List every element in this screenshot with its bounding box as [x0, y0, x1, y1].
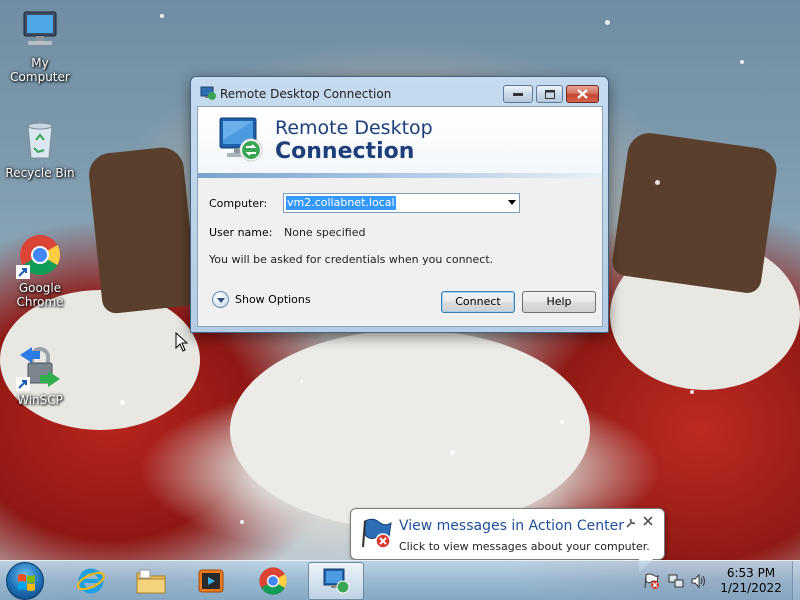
taskbar-file-explorer[interactable] [123, 562, 179, 600]
banner-title-line2: Connection [275, 139, 415, 164]
computer-icon [18, 8, 62, 52]
chevron-down-icon[interactable] [508, 200, 516, 205]
desktop-icon-label: WinSCP [17, 393, 63, 407]
desktop-icon-label: Recycle Bin [5, 166, 75, 180]
balloon-text: Click to view messages about your comput… [399, 540, 650, 553]
window-titlebar[interactable]: Remote Desktop Connection [191, 77, 608, 106]
winscp-icon [16, 345, 62, 391]
banner-title-line1: Remote Desktop [275, 117, 433, 139]
volume-icon[interactable] [690, 573, 706, 592]
computer-input-value[interactable]: vm2.collabnet.local [286, 196, 396, 210]
close-icon [577, 89, 588, 99]
santa-beard [230, 330, 590, 530]
taskbar-media-player[interactable] [183, 562, 239, 600]
taskbar-clock[interactable]: 6:53 PM 1/21/2022 [712, 566, 790, 596]
username-value: None specified [284, 226, 366, 239]
desktop-icon-label: Google Chrome [16, 281, 64, 309]
remote-desktop-icon [323, 568, 350, 594]
action-center-tray-icon[interactable] [644, 573, 660, 592]
system-tray [640, 561, 710, 600]
media-player-icon [198, 569, 224, 593]
window-title: Remote Desktop Connection [220, 87, 392, 101]
desktop-icon-my-computer[interactable]: My Computer [0, 8, 80, 84]
chrome-icon [259, 567, 287, 595]
taskbar: 6:53 PM 1/21/2022 [0, 560, 800, 600]
chrome-icon [16, 233, 62, 279]
action-center-balloon[interactable]: View messages in Action Center Click to … [350, 508, 665, 573]
chevron-down-icon [212, 291, 229, 308]
help-button[interactable]: Help [522, 291, 596, 313]
balloon-close-icon[interactable] [643, 515, 653, 530]
minimize-button[interactable] [503, 85, 533, 103]
taskbar-internet-explorer[interactable] [63, 562, 119, 600]
remote-desktop-window: Remote Desktop Connection Remote Desktop… [190, 76, 609, 333]
computer-combobox[interactable]: vm2.collabnet.local [283, 193, 520, 213]
mouse-cursor-icon [175, 331, 189, 352]
internet-explorer-icon [77, 568, 105, 594]
banner-stripe [198, 173, 602, 178]
show-options-label: Show Options [235, 293, 311, 306]
file-explorer-icon [136, 569, 166, 594]
taskbar-chrome[interactable] [245, 562, 301, 600]
santa-glove-left [86, 145, 199, 315]
network-icon[interactable] [668, 573, 684, 592]
username-label: User name: [209, 226, 273, 239]
close-button[interactable] [566, 85, 599, 103]
desktop-icon-winscp[interactable]: WinSCP [0, 345, 80, 407]
connect-button[interactable]: Connect [441, 291, 515, 313]
credentials-info-text: You will be asked for credentials when y… [209, 253, 494, 266]
remote-desktop-logo-icon [216, 114, 264, 166]
taskbar-remote-desktop[interactable] [308, 562, 364, 600]
computer-label: Computer: [209, 197, 268, 210]
wrench-icon[interactable] [625, 517, 637, 529]
desktop-icon-recycle-bin[interactable]: Recycle Bin [0, 118, 80, 180]
clock-date: 1/21/2022 [720, 581, 782, 595]
windows-logo-icon [18, 574, 35, 591]
window-client-area: Remote Desktop Connection Computer: vm2.… [197, 106, 603, 327]
desktop-icon-label: My Computer [10, 56, 70, 84]
action-center-flag-icon [361, 517, 393, 549]
maximize-button[interactable] [536, 85, 563, 103]
recycle-bin-icon [18, 118, 62, 162]
show-desktop-button[interactable] [792, 561, 800, 600]
start-button[interactable] [6, 562, 44, 600]
clock-time: 6:53 PM [726, 566, 776, 580]
rdc-banner: Remote Desktop Connection [198, 107, 602, 175]
desktop-icon-google-chrome[interactable]: Google Chrome [0, 233, 80, 309]
show-options-toggle[interactable]: Show Options [212, 288, 312, 310]
santa-glove-right [610, 130, 780, 295]
balloon-title: View messages in Action Center [399, 518, 624, 534]
remote-desktop-icon [200, 86, 216, 100]
